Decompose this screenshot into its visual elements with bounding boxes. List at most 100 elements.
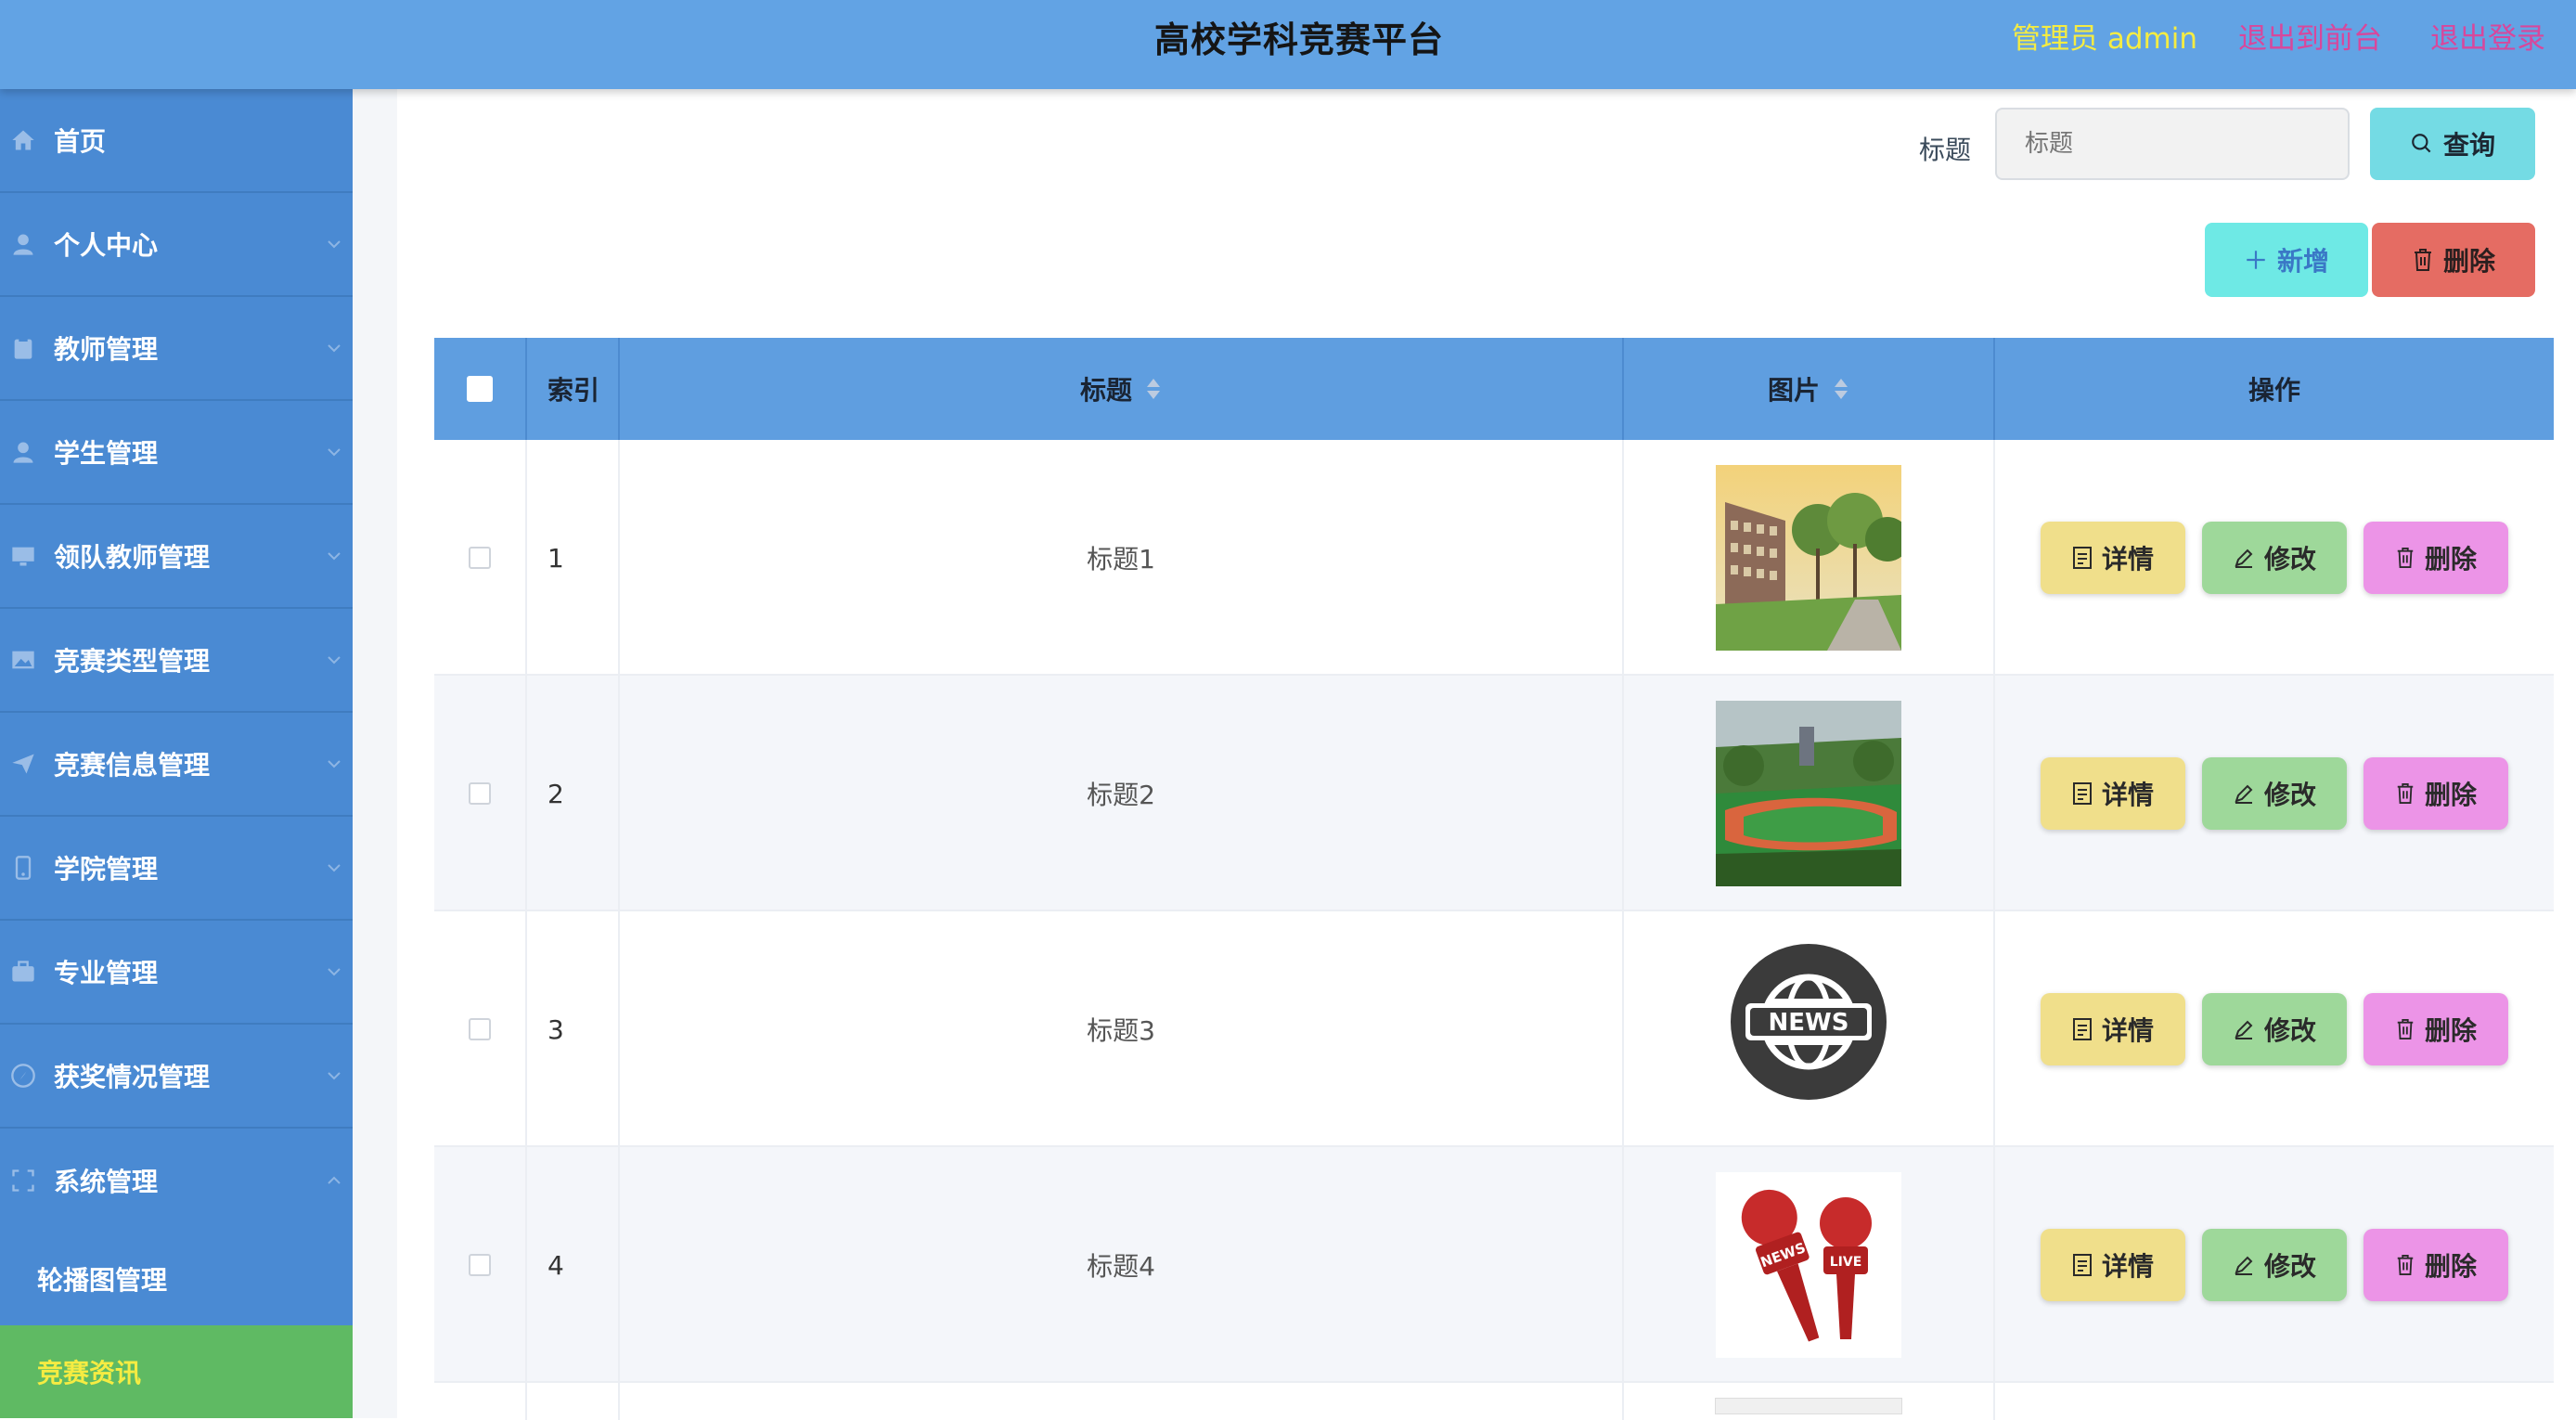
detail-button[interactable]: 详情 bbox=[2041, 522, 2185, 594]
sidebar-item-awards[interactable]: 获奖情况管理 bbox=[0, 1025, 353, 1129]
sidebar-item-label: 首页 bbox=[54, 126, 107, 157]
sidebar-subitem-label: 竞赛资讯 bbox=[37, 1358, 142, 1388]
row-image-partial bbox=[1715, 1398, 1902, 1414]
row-checkbox-cell bbox=[434, 676, 527, 911]
sidebar-subitem-competition-news[interactable]: 竞赛资讯 bbox=[0, 1325, 353, 1418]
chevron-down-icon bbox=[328, 1072, 341, 1080]
delete-label: 删除 bbox=[2424, 780, 2477, 810]
sidebar-item-label: 学院管理 bbox=[54, 854, 159, 884]
trash-icon bbox=[2414, 249, 2431, 271]
chevron-up-icon bbox=[328, 1176, 341, 1184]
edit-button[interactable]: 修改 bbox=[2202, 522, 2347, 594]
sidebar-item-label: 系统管理 bbox=[54, 1167, 159, 1197]
chevron-down-icon bbox=[328, 240, 341, 249]
search-input[interactable] bbox=[1995, 108, 2350, 180]
sidebar-item-label: 教师管理 bbox=[54, 334, 159, 365]
sidebar-item-team-teacher[interactable]: 领队教师管理 bbox=[0, 505, 353, 609]
edit-button[interactable]: 修改 bbox=[2202, 757, 2347, 830]
row-checkbox[interactable] bbox=[469, 1254, 491, 1276]
user-icon bbox=[9, 230, 37, 258]
row-checkbox[interactable] bbox=[469, 782, 491, 805]
select-all-cell bbox=[434, 338, 527, 440]
add-button[interactable]: 新增 bbox=[2205, 223, 2368, 297]
detail-button[interactable]: 详情 bbox=[2041, 1229, 2185, 1301]
sidebar-item-competition-type[interactable]: 竞赛类型管理 bbox=[0, 609, 353, 713]
sidebar-subitem-label: 轮播图管理 bbox=[37, 1265, 168, 1296]
content-gutter bbox=[353, 89, 397, 1418]
delete-button[interactable]: 删除 bbox=[2363, 757, 2508, 830]
compass-icon bbox=[9, 1062, 37, 1090]
top-bar: 高校学科竞赛平台 管理员 admin 退出到前台 退出登录 bbox=[0, 0, 2576, 89]
delete-button[interactable]: 删除 bbox=[2363, 522, 2508, 594]
detail-label: 详情 bbox=[2101, 1015, 2154, 1046]
sidebar-item-competition-info[interactable]: 竞赛信息管理 bbox=[0, 713, 353, 817]
delete-button[interactable]: 删除 bbox=[2363, 993, 2508, 1065]
phone-icon bbox=[9, 854, 37, 882]
trash-icon bbox=[2397, 783, 2414, 804]
row-image-cell: NEWS bbox=[1624, 911, 1995, 1147]
sort-icon[interactable] bbox=[1145, 376, 1162, 402]
document-icon bbox=[2072, 1018, 2092, 1040]
edit-button[interactable]: 修改 bbox=[2202, 1229, 2347, 1301]
query-button[interactable]: 查询 bbox=[2370, 108, 2535, 180]
trash-icon bbox=[2397, 1255, 2414, 1275]
edit-label: 修改 bbox=[2263, 1251, 2316, 1282]
search-icon bbox=[2412, 134, 2431, 153]
table-row: 4 标题4 NEWS LIVE 详情 修改 删除 bbox=[434, 1147, 2554, 1383]
detail-label: 详情 bbox=[2101, 780, 2154, 810]
column-header-title[interactable]: 标题 bbox=[620, 338, 1624, 440]
row-image-cell bbox=[1624, 1383, 1995, 1420]
sports-field-photo[interactable] bbox=[1716, 701, 1901, 886]
row-checkbox-cell bbox=[434, 1147, 527, 1383]
delete-label: 删除 bbox=[2424, 1251, 2477, 1282]
table-row: 1 标题1 详情 修改 删除 bbox=[434, 440, 2554, 676]
home-icon bbox=[9, 126, 37, 154]
edit-button[interactable]: 修改 bbox=[2202, 993, 2347, 1065]
sidebar-item-label: 专业管理 bbox=[54, 958, 159, 988]
sidebar-item-personal-center[interactable]: 个人中心 bbox=[0, 193, 353, 297]
row-title: 标题1 bbox=[620, 440, 1624, 676]
sort-icon[interactable] bbox=[1833, 376, 1849, 402]
column-header-index: 索引 bbox=[527, 338, 620, 440]
detail-button[interactable]: 详情 bbox=[2041, 993, 2185, 1065]
back-to-front-link[interactable]: 退出到前台 bbox=[2238, 15, 2382, 57]
delete-button[interactable]: 删除 bbox=[2363, 1229, 2508, 1301]
detail-button[interactable]: 详情 bbox=[2041, 757, 2185, 830]
row-operations: 详情 修改 删除 bbox=[1995, 911, 2554, 1147]
column-header-image[interactable]: 图片 bbox=[1624, 338, 1995, 440]
batch-delete-label: 删除 bbox=[2442, 246, 2495, 277]
admin-label: 管理员 admin bbox=[2012, 22, 2197, 56]
news-globe-badge[interactable]: NEWS bbox=[1716, 936, 1901, 1122]
suitcase-icon bbox=[9, 958, 37, 986]
logout-link[interactable]: 退出登录 bbox=[2430, 15, 2545, 57]
sidebar-item-teacher[interactable]: 教师管理 bbox=[0, 297, 353, 401]
picture-icon bbox=[9, 646, 37, 674]
sidebar-item-home[interactable]: 首页 bbox=[0, 89, 353, 193]
sidebar-item-label: 竞赛信息管理 bbox=[54, 750, 211, 781]
sidebar-item-college[interactable]: 学院管理 bbox=[0, 817, 353, 921]
row-checkbox-cell bbox=[434, 1383, 527, 1420]
column-header-title-label: 标题 bbox=[1079, 375, 1132, 406]
sidebar-item-student[interactable]: 学生管理 bbox=[0, 401, 353, 505]
sidebar-item-label: 个人中心 bbox=[54, 230, 159, 261]
row-operations: 详情 修改 删除 bbox=[1995, 676, 2554, 911]
row-index: 4 bbox=[527, 1147, 620, 1383]
sidebar-item-system[interactable]: 系统管理 bbox=[0, 1129, 353, 1233]
select-all-checkbox[interactable] bbox=[467, 376, 493, 402]
pencil-icon bbox=[2235, 1256, 2253, 1275]
row-checkbox[interactable] bbox=[469, 547, 491, 569]
campus-building-photo[interactable] bbox=[1716, 465, 1901, 651]
sidebar-subitem-carousel[interactable]: 轮播图管理 bbox=[0, 1233, 353, 1325]
delete-label: 删除 bbox=[2424, 544, 2477, 574]
row-checkbox[interactable] bbox=[469, 1018, 491, 1040]
batch-delete-button[interactable]: 删除 bbox=[2372, 223, 2535, 297]
table-header: 索引 标题 图片 操作 bbox=[434, 338, 2554, 440]
chevron-down-icon bbox=[328, 968, 341, 976]
row-checkbox-cell bbox=[434, 911, 527, 1147]
news-live-microphones[interactable]: NEWS LIVE bbox=[1716, 1172, 1901, 1358]
monitor-icon bbox=[9, 542, 37, 570]
sidebar-item-major[interactable]: 专业管理 bbox=[0, 921, 353, 1025]
row-image-cell: NEWS LIVE bbox=[1624, 1147, 1995, 1383]
column-header-image-label: 图片 bbox=[1767, 375, 1820, 406]
row-title bbox=[620, 1383, 1624, 1420]
